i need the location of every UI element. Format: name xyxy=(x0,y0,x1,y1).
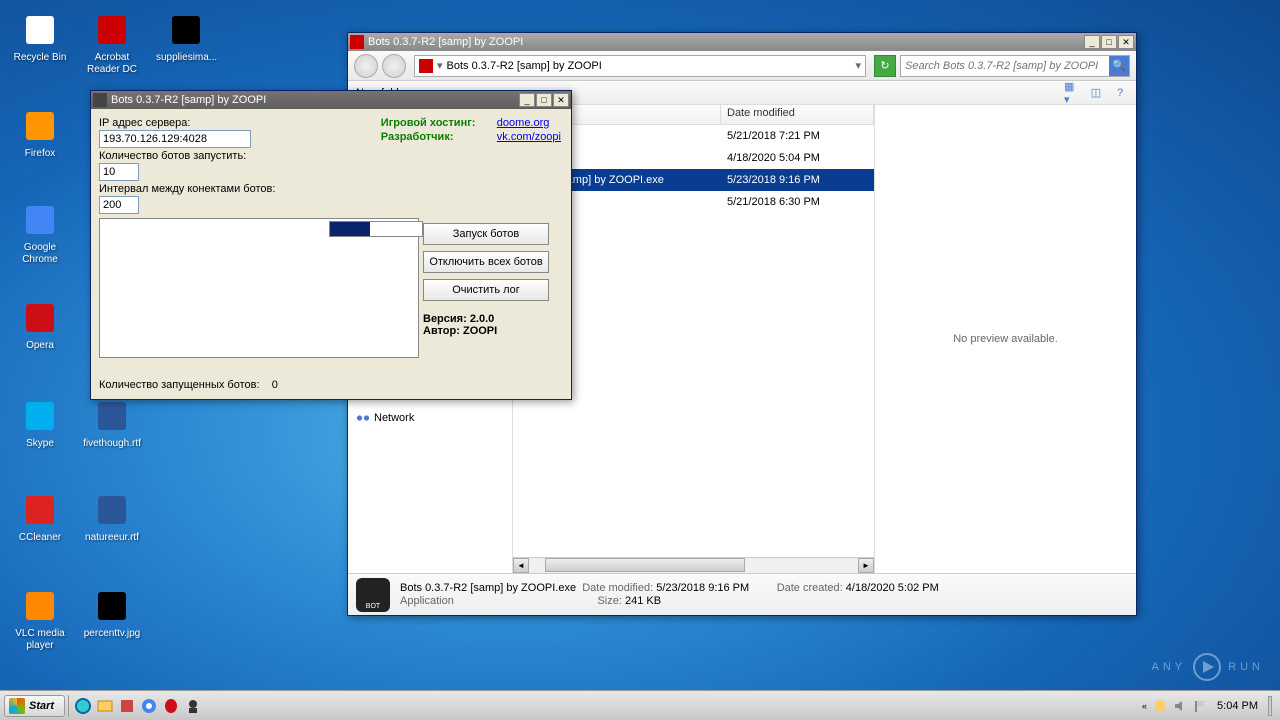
watermark: ANY RUN xyxy=(1152,652,1264,682)
desktop-icon-firefox[interactable]: Firefox xyxy=(10,106,70,160)
taskbar-chrome-icon[interactable] xyxy=(138,695,160,717)
column-date[interactable]: Date modified xyxy=(721,105,874,124)
preview-pane-icon[interactable]: ◫ xyxy=(1088,85,1104,101)
explorer-title: Bots 0.3.7-R2 [samp] by ZOOPI xyxy=(368,36,1084,48)
network-icon xyxy=(356,411,370,425)
forward-button[interactable] xyxy=(382,54,406,78)
tray-expand-icon[interactable]: « xyxy=(1142,701,1147,711)
progress-bar xyxy=(329,221,423,237)
refresh-button[interactable]: ↻ xyxy=(874,55,896,77)
tray-shield-icon[interactable] xyxy=(1153,699,1167,713)
bot-titlebar[interactable]: Bots 0.3.7-R2 [samp] by ZOOPI _ □ ✕ xyxy=(91,91,571,109)
tray-flag-icon[interactable] xyxy=(1193,699,1207,713)
horizontal-scrollbar[interactable]: ◄► xyxy=(513,557,874,573)
desktop-icon-chrome[interactable]: Google Chrome xyxy=(10,200,70,266)
disconnect-bots-button[interactable]: Отключить всех ботов xyxy=(423,251,549,273)
details-file-icon xyxy=(356,578,390,612)
count-input[interactable] xyxy=(99,163,139,181)
search-button[interactable]: 🔍 xyxy=(1109,56,1129,76)
desktop-icon-percenttv[interactable]: percenttv.jpg xyxy=(82,586,142,640)
start-orb-icon xyxy=(9,698,25,714)
taskbar-explorer-icon[interactable] xyxy=(94,695,116,717)
search-box[interactable]: 🔍 xyxy=(900,55,1130,77)
address-text: Bots 0.3.7-R2 [samp] by ZOOPI xyxy=(447,60,602,72)
taskbar-clock[interactable]: 5:04 PM xyxy=(1213,700,1262,712)
dev-link[interactable]: vk.com/zoopi xyxy=(497,131,561,143)
explorer-titlebar[interactable]: Bots 0.3.7-R2 [samp] by ZOOPI _ □ ✕ xyxy=(348,33,1136,51)
show-desktop-button[interactable] xyxy=(1268,696,1272,716)
desktop-icon-skype[interactable]: Skype xyxy=(10,396,70,450)
details-pane: Bots 0.3.7-R2 [samp] by ZOOPI.exe Date m… xyxy=(348,573,1136,615)
interval-label: Интервал между конектами ботов: xyxy=(99,183,419,195)
count-label: Количество ботов запустить: xyxy=(99,150,419,162)
bot-minimize-button[interactable]: _ xyxy=(519,93,535,107)
ip-input[interactable] xyxy=(99,130,251,148)
explorer-toolbar: ▾ Bots 0.3.7-R2 [samp] by ZOOPI ▾ ↻ 🔍 xyxy=(348,51,1136,81)
taskbar-ie-icon[interactable] xyxy=(72,695,94,717)
desktop-icon-acrobat[interactable]: Acrobat Reader DC xyxy=(82,10,142,76)
bot-title: Bots 0.3.7-R2 [samp] by ZOOPI xyxy=(111,94,519,106)
start-bots-button[interactable]: Запуск ботов xyxy=(423,223,549,245)
view-options-icon[interactable]: ▦ ▾ xyxy=(1064,85,1080,101)
bot-app-window[interactable]: Bots 0.3.7-R2 [samp] by ZOOPI _ □ ✕ IP а… xyxy=(90,90,572,400)
bot-maximize-button[interactable]: □ xyxy=(536,93,552,107)
maximize-button[interactable]: □ xyxy=(1101,35,1117,49)
preview-pane: No preview available. xyxy=(875,105,1136,573)
running-bots-status: Количество запущенных ботов: 0 xyxy=(99,379,278,391)
help-icon[interactable]: ? xyxy=(1112,85,1128,101)
bot-close-button[interactable]: ✕ xyxy=(553,93,569,107)
taskbar-app-icon[interactable] xyxy=(116,695,138,717)
hosting-link[interactable]: doome.org xyxy=(497,117,550,129)
taskbar-opera-icon[interactable] xyxy=(160,695,182,717)
interval-input[interactable] xyxy=(99,196,139,214)
start-button[interactable]: Start xyxy=(4,695,65,717)
bot-links: Игровой хостинг:doome.org Разработчик:vk… xyxy=(381,117,561,145)
minimize-button[interactable]: _ xyxy=(1084,35,1100,49)
address-icon xyxy=(419,59,433,73)
bot-title-icon xyxy=(93,93,107,107)
desktop-icon-ccleaner[interactable]: CCleaner xyxy=(10,490,70,544)
address-bar[interactable]: ▾ Bots 0.3.7-R2 [samp] by ZOOPI ▾ xyxy=(414,55,866,77)
back-button[interactable] xyxy=(354,54,378,78)
taskbar[interactable]: Start « 5:04 PM xyxy=(0,690,1280,720)
tray-volume-icon[interactable] xyxy=(1173,699,1187,713)
clear-log-button[interactable]: Очистить лог xyxy=(423,279,549,301)
desktop-icon-suppliesima[interactable]: suppliesima... xyxy=(156,10,216,64)
taskbar-bot-icon[interactable] xyxy=(182,695,204,717)
desktop-icon-natureeur[interactable]: natureeur.rtf xyxy=(82,490,142,544)
desktop-icon-opera[interactable]: Opera xyxy=(10,298,70,352)
close-button[interactable]: ✕ xyxy=(1118,35,1134,49)
desktop-icon-fivethough[interactable]: fivethough.rtf xyxy=(82,396,142,450)
log-area[interactable] xyxy=(99,218,419,358)
system-tray[interactable]: « 5:04 PM xyxy=(1138,696,1276,716)
search-input[interactable] xyxy=(901,60,1109,72)
desktop-icon-recycle-bin[interactable]: Recycle Bin xyxy=(10,10,70,64)
desktop-icon-vlc[interactable]: VLC media player xyxy=(10,586,70,652)
nav-item-network[interactable]: Network xyxy=(352,409,508,427)
explorer-title-icon xyxy=(350,35,364,49)
ip-label: IP адрес сервера: xyxy=(99,117,419,129)
